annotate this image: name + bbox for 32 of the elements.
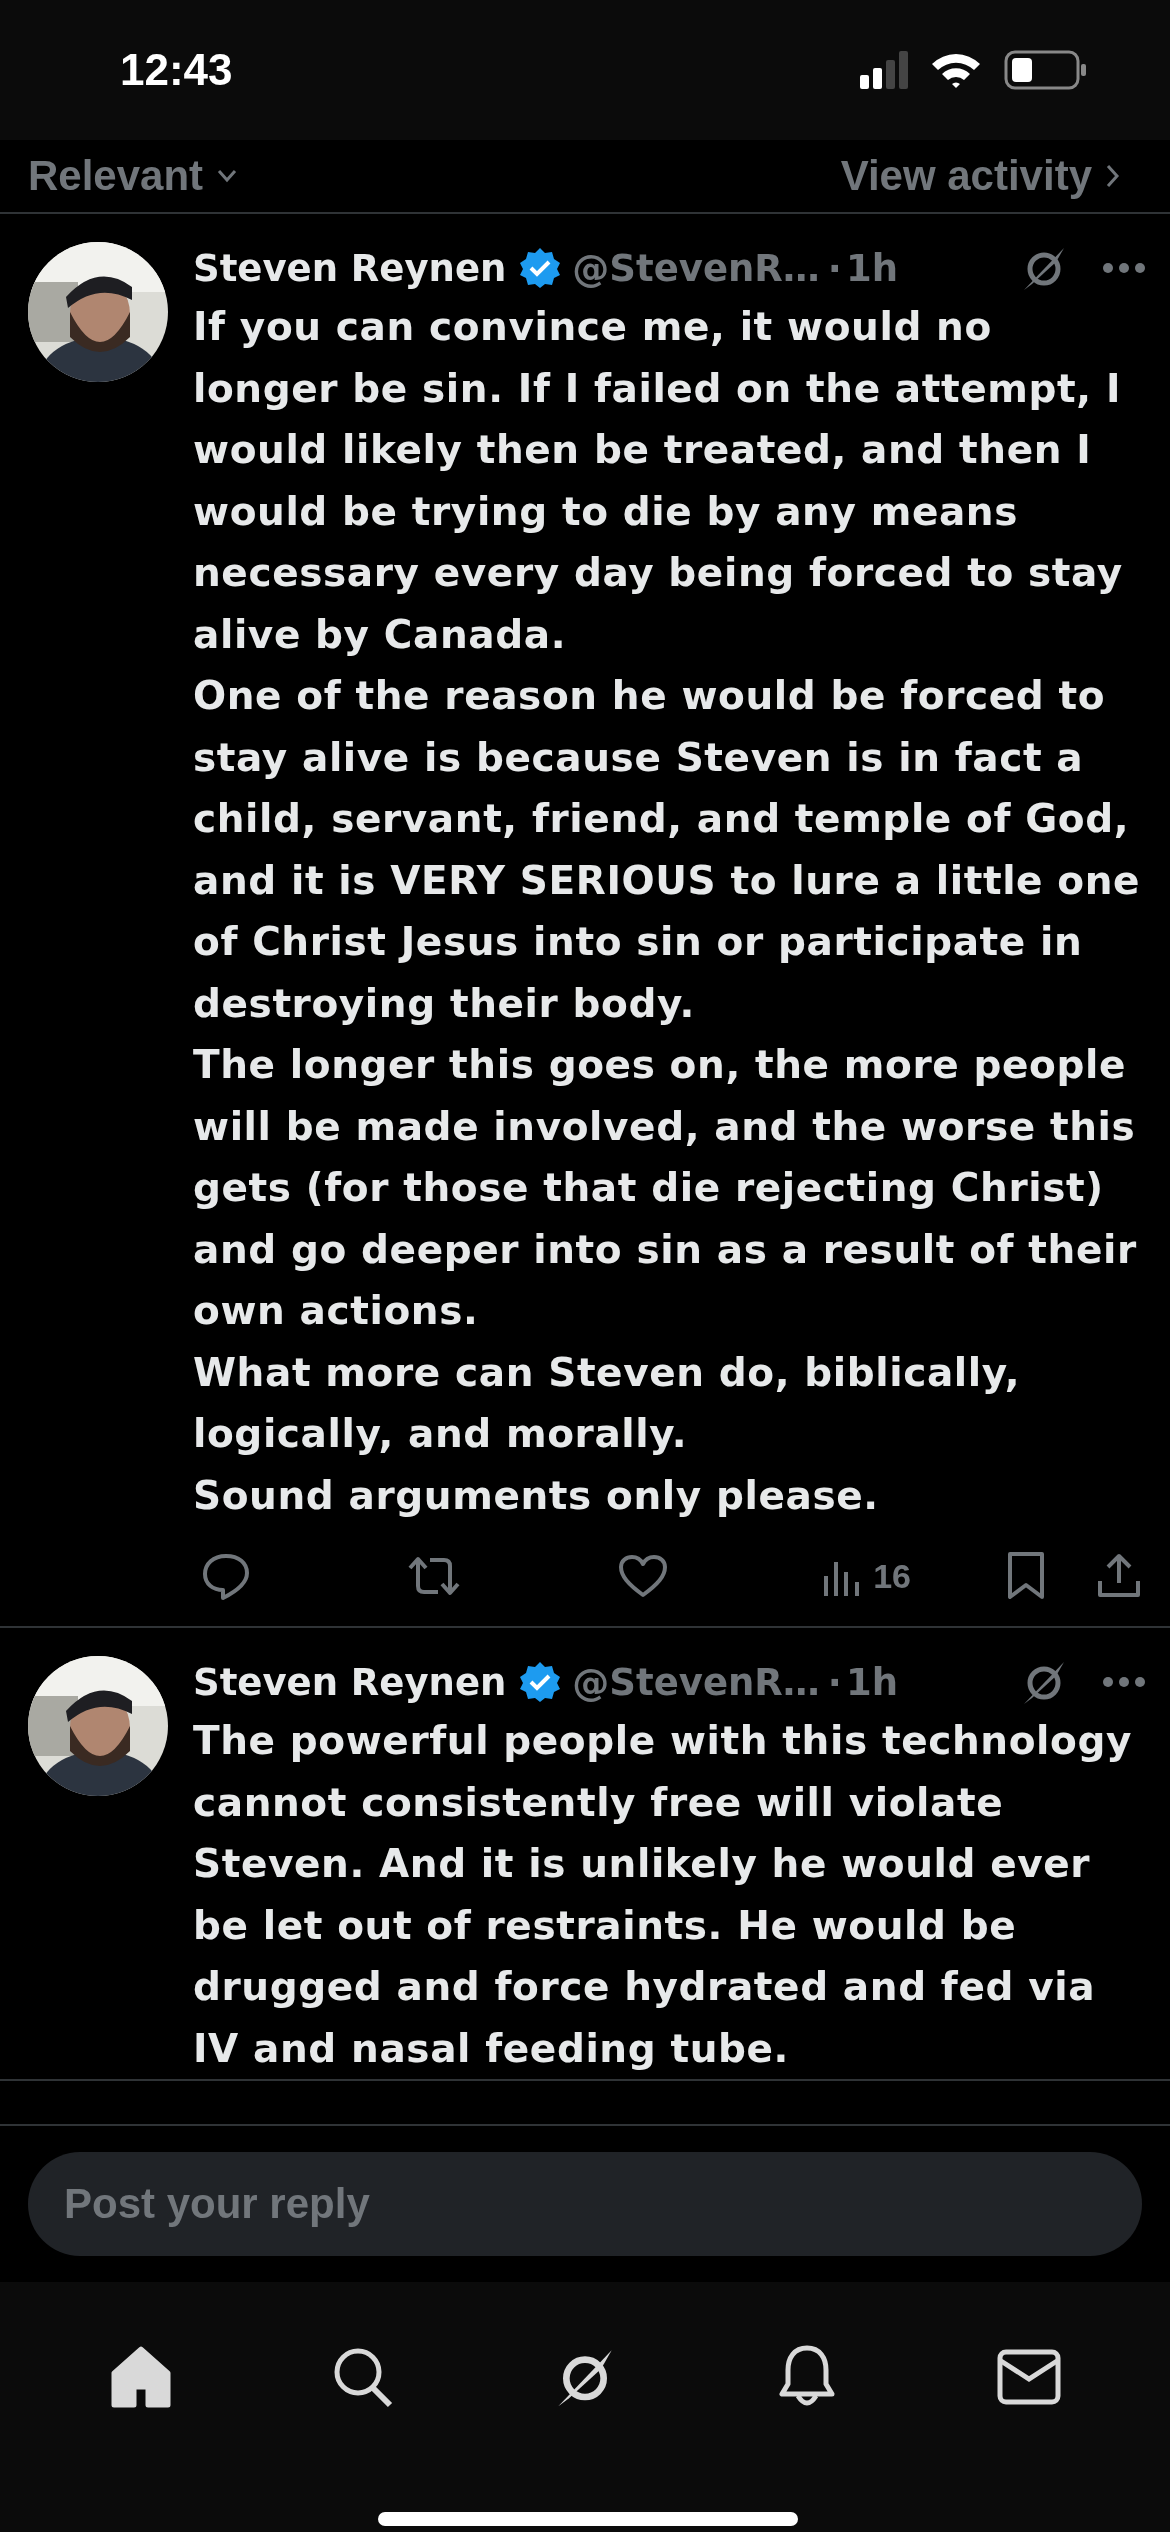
post-time: 1h bbox=[845, 246, 898, 290]
signal-icon bbox=[860, 51, 908, 89]
home-icon[interactable] bbox=[110, 2345, 172, 2409]
more-icon[interactable] bbox=[1102, 1676, 1146, 1688]
author-name[interactable]: Steven Reynen bbox=[193, 1660, 507, 1704]
mail-icon[interactable] bbox=[997, 2349, 1061, 2405]
post-text: If you can convince me, it would no longer be sin. If I failed on the attempt, I would likely then be treated, and then I would be trying to die by any means necessary every day being forced to stay alive by Canada. bbox=[193, 303, 1124, 659]
author-handle[interactable]: @StevenR… bbox=[572, 1660, 820, 1704]
battery-icon bbox=[1004, 50, 1088, 90]
dot-separator: · bbox=[827, 1660, 842, 1704]
author-handle[interactable]: @StevenR… bbox=[572, 246, 820, 290]
post-text: One of the reason he would be forced to stay alive is because Steven is in fact a child, servant, friend, and temple of God, and it is VERY SERIOUS to lure a little one of Christ Jesus into sin or participate in destroying their body. bbox=[193, 672, 1142, 1028]
reply-icon[interactable] bbox=[201, 1552, 251, 1600]
chevron-right-icon bbox=[1106, 164, 1120, 188]
wifi-icon bbox=[930, 51, 982, 89]
post-text: What more can Steven do, biblically, logically, and morally. bbox=[193, 1348, 1022, 1458]
more-icon[interactable] bbox=[1102, 262, 1146, 274]
chevron-down-icon bbox=[217, 169, 238, 183]
bookmark-icon[interactable] bbox=[1006, 1551, 1046, 1601]
heart-icon[interactable] bbox=[617, 1554, 668, 1598]
reply-field[interactable]: Post your reply bbox=[28, 2152, 1142, 2256]
post-text: Sound arguments only please. bbox=[193, 1471, 880, 1520]
post-text: The powerful people with this technology cannot consistently free will violate Steven. And it is unlikely he would ever be let out of restraints. He would be drugged and force hydrated and fed via IV and nasal feeding tube. bbox=[193, 1717, 1133, 2073]
status-time: 12:43 bbox=[120, 45, 234, 95]
view-activity-link[interactable]: View activity bbox=[840, 152, 1120, 200]
view-count: 16 bbox=[873, 1556, 911, 1596]
dot-separator: · bbox=[827, 246, 842, 290]
post-time: 1h bbox=[845, 1660, 898, 1704]
sort-dropdown[interactable]: Relevant bbox=[28, 152, 238, 200]
share-icon[interactable] bbox=[1096, 1553, 1142, 1599]
author-name[interactable]: Steven Reynen bbox=[193, 246, 507, 290]
post-text: The longer this goes on, the more people will be made involved, and the worse this gets (for those that die rejecting Christ) and go deeper into sin as a result of their own actions. bbox=[193, 1041, 1138, 1335]
